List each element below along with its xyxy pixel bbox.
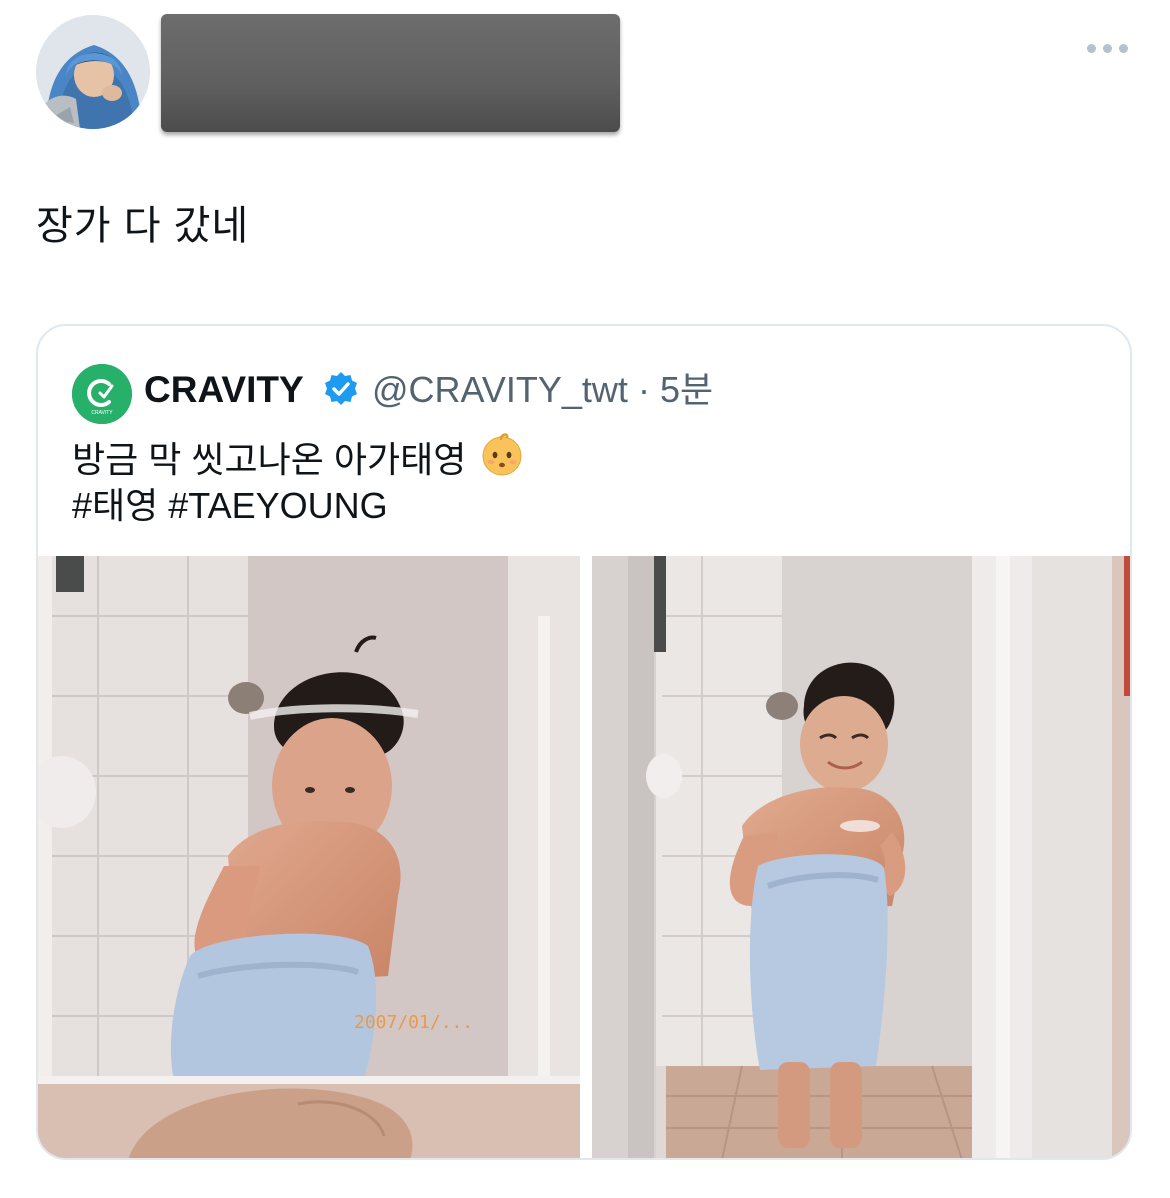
quoted-photo-2[interactable] [592,556,1130,1158]
quoted-photo-1[interactable]: 2007/01/... [38,556,580,1158]
quoted-author-avatar[interactable]: CRAVITY [72,364,132,424]
quoted-hashtags[interactable]: #태영 #TAEYOUNG [72,482,388,530]
more-horizontal-icon[interactable] [1082,36,1132,60]
quoted-handle-and-time: @CRAVITY_twt · 5분 [372,366,713,414]
quoted-text: 방금 막 씻고나온 아가태영 [72,439,467,480]
photo-date-stamp: 2007/01/... [354,1012,473,1033]
quoted-display-name[interactable]: CRAVITY [144,366,304,414]
quoted-timestamp[interactable]: 5분 [660,369,713,410]
quoted-text-line: 방금 막 씻고나온 아가태영 [72,430,526,484]
verified-badge-icon [322,370,360,408]
redacted-author-name [161,14,620,132]
quoted-post-card[interactable]: CRAVITY CRAVITY @CRAVITY_twt · 5분 방금 막 씻… [36,324,1132,1160]
meta-separator: · [637,369,650,410]
baby-face-emoji-icon [478,430,526,478]
author-avatar[interactable] [36,15,150,129]
post-text: 장가 다 갔네 [36,204,250,248]
quoted-handle[interactable]: @CRAVITY_twt [372,369,628,410]
logo-text: CRAVITY [91,410,113,416]
